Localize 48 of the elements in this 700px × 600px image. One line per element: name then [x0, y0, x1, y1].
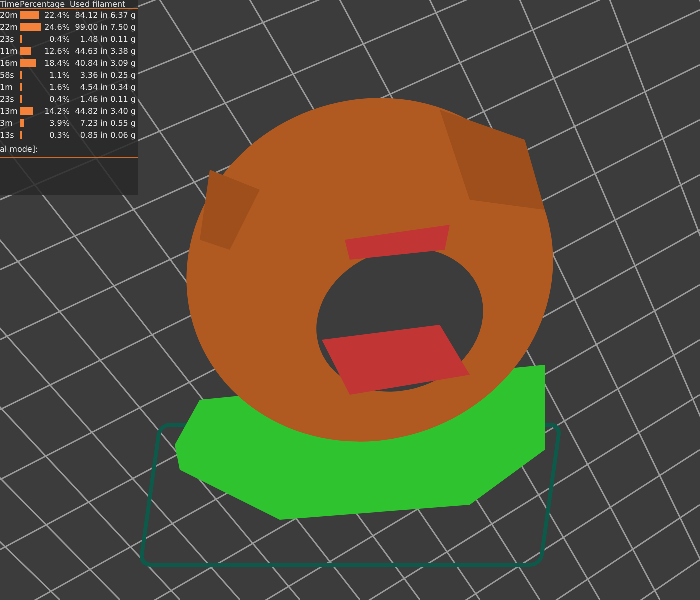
percentage-cell-text: 24.6% — [44, 22, 70, 32]
column-header: Used filament — [70, 0, 127, 9]
weight-cell-text: 0.11 g — [110, 34, 136, 44]
percentage-cell-text: 18.4% — [44, 58, 70, 68]
length-cell-text: 40.84 in — [74, 58, 108, 68]
percentage-cell-text: 0.4% — [48, 94, 70, 104]
weight-cell-text: 3.38 g — [110, 46, 136, 56]
weight-cell-text: 3.40 g — [110, 106, 136, 116]
time-cell-text: 16m — [0, 58, 19, 68]
time-cell-text: 11m — [0, 46, 19, 56]
percentage-cell-text: 12.6% — [44, 46, 70, 56]
time-cell-text: 13s — [0, 130, 16, 140]
weight-cell-text: 0.25 g — [110, 70, 136, 80]
column-header: Percentage — [20, 0, 66, 9]
length-cell-text: 44.82 in — [74, 106, 108, 116]
length-cell-text: 1.46 in — [79, 94, 108, 104]
time-cell-text: 20m — [0, 10, 19, 20]
time-cell-text: 58s — [0, 70, 16, 80]
time-cell-text: 23s — [0, 94, 16, 104]
length-cell-text: 0.85 in — [79, 130, 108, 140]
time-cell-text: 13m — [0, 106, 19, 116]
length-cell-text: 84.12 in — [74, 10, 108, 20]
percentage-cell-text: 0.3% — [48, 130, 70, 140]
weight-cell-text: 6.37 g — [110, 10, 136, 20]
weight-cell-text: 3.09 g — [110, 58, 136, 68]
length-cell-text: 7.23 in — [79, 118, 108, 128]
length-cell-text: 3.36 in — [79, 70, 108, 80]
weight-cell-text: 7.50 g — [110, 22, 136, 32]
weight-cell-text: 0.06 g — [110, 130, 136, 140]
legend-footer: al mode]: — [0, 145, 138, 158]
time-cell-text: 3m — [0, 118, 14, 128]
percentage-cell-text: 1.1% — [48, 70, 70, 80]
length-cell-text: 4.54 in — [79, 82, 108, 92]
time-cell-text: 23s — [0, 34, 16, 44]
time-cell-text: 1m — [0, 82, 14, 92]
time-cell-text: 22m — [0, 22, 19, 32]
length-cell-text: 99.00 in — [74, 22, 108, 32]
weight-cell-text: 0.34 g — [110, 82, 136, 92]
percentage-cell-text: 14.2% — [44, 106, 70, 116]
percentage-cell-text: 3.9% — [48, 118, 70, 128]
length-cell-text: 44.63 in — [74, 46, 108, 56]
weight-cell-text: 0.11 g — [110, 94, 136, 104]
percentage-cell-text: 1.6% — [48, 82, 70, 92]
length-cell-text: 1.48 in — [79, 34, 108, 44]
column-header: Time — [0, 0, 20, 9]
percentage-cell-text: 22.4% — [44, 10, 70, 20]
weight-cell-text: 0.55 g — [110, 118, 136, 128]
percentage-cell-text: 0.4% — [48, 34, 70, 44]
